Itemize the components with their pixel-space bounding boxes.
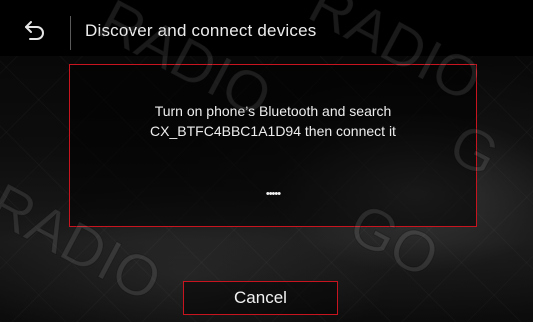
back-arrow-icon: [25, 21, 44, 40]
bluetooth-pairing-screen: Discover and connect devices Turn on pho…: [0, 0, 533, 322]
instruction-line-1: Turn on phone’s Bluetooth and search: [154, 103, 392, 119]
searching-progress-indicator: •••••: [265, 188, 281, 200]
pairing-instructions: Turn on phone’s Bluetooth and search CX_…: [70, 101, 476, 141]
back-button[interactable]: [22, 18, 48, 44]
header-divider: [70, 16, 71, 50]
pairing-dialog: Turn on phone’s Bluetooth and search CX_…: [69, 64, 477, 227]
instruction-line-2: CX_BTFC4BBC1A1D94 then connect it: [150, 123, 396, 139]
header-bar: Discover and connect devices: [0, 0, 533, 56]
page-title: Discover and connect devices: [85, 21, 317, 40]
cancel-button[interactable]: Cancel: [183, 281, 338, 315]
